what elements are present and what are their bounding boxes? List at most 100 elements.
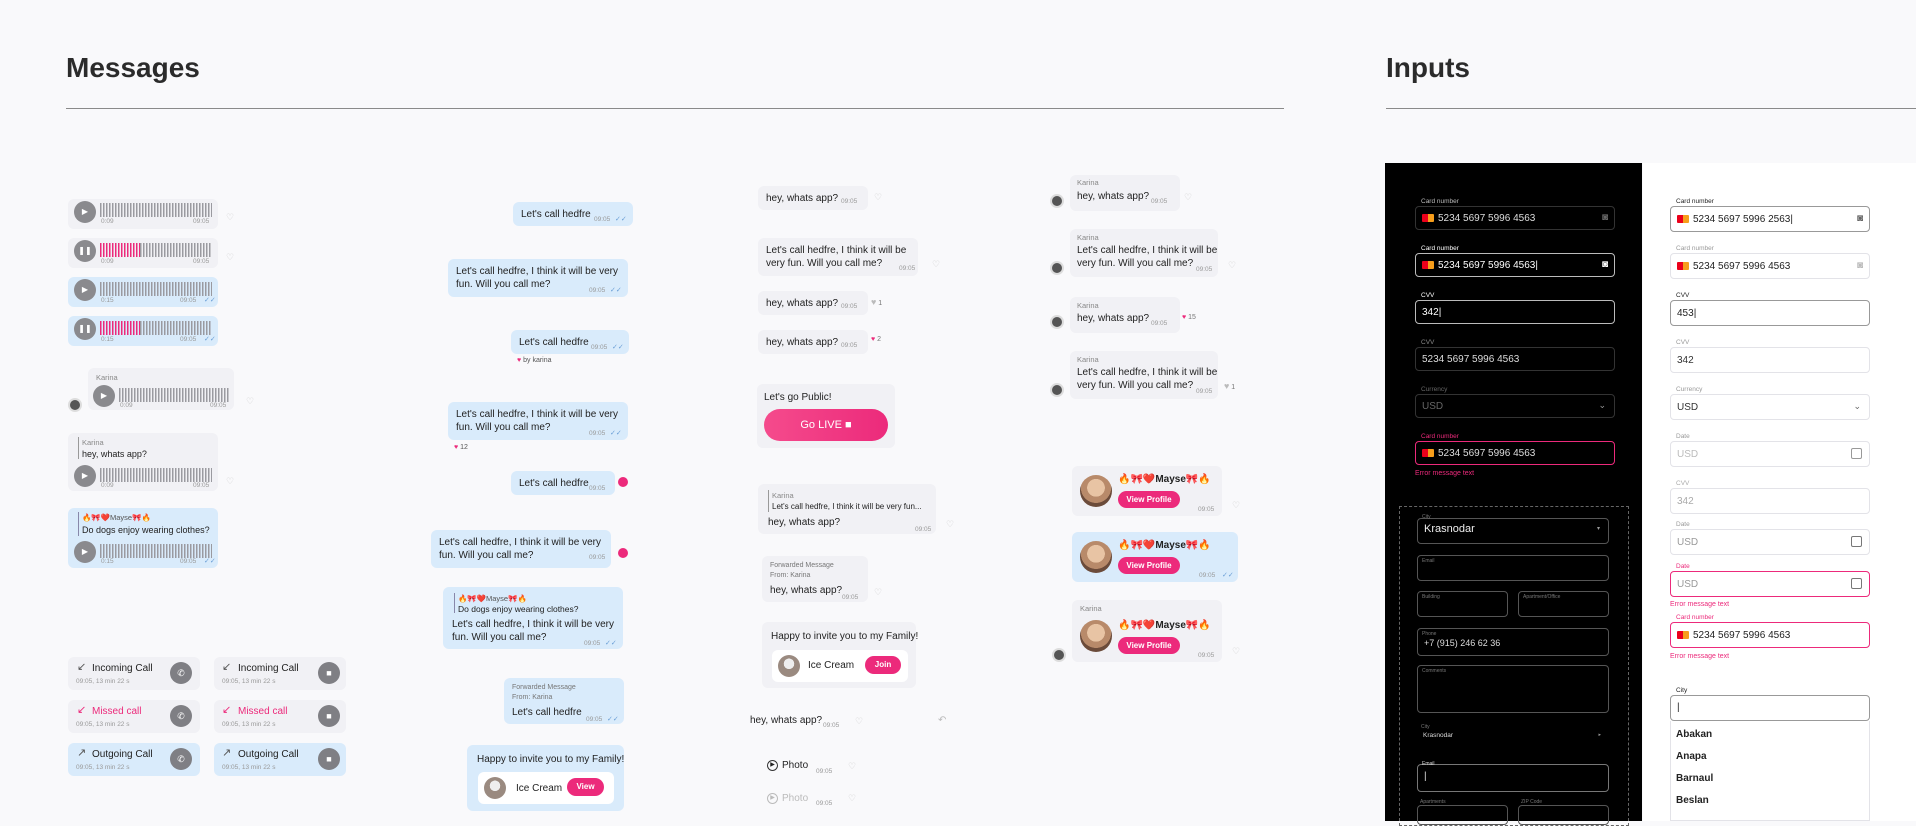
error-status-icon[interactable] xyxy=(618,548,628,558)
profile-avatar xyxy=(1080,541,1112,573)
camera-icon[interactable]: ◙ xyxy=(1602,212,1608,223)
read-check-icon: ✓✓ xyxy=(605,640,617,647)
heart-icon[interactable]: ♡ xyxy=(874,192,882,203)
cvv-input-light[interactable]: CVV 342 xyxy=(1670,339,1870,373)
reaction-count[interactable]: ♥ 1 xyxy=(1224,381,1235,391)
heart-icon: ♥ xyxy=(871,336,876,343)
zip-input-dark[interactable] xyxy=(1518,805,1609,825)
reply-icon[interactable]: ↶ xyxy=(938,715,946,726)
heart-icon[interactable]: ♡ xyxy=(1184,192,1192,203)
card-number-input-dark-focused[interactable]: Card number 5234 5697 5996 4563| ◙ xyxy=(1415,245,1615,277)
video-icon[interactable]: ■ xyxy=(318,705,340,727)
view-profile-button[interactable]: View Profile xyxy=(1118,557,1180,574)
pause-icon[interactable]: ❚❚ xyxy=(74,318,96,340)
waveform xyxy=(100,544,212,558)
cvv-input-light-focused[interactable]: CVV 453| xyxy=(1670,292,1870,326)
waveform xyxy=(140,321,212,335)
heart-icon[interactable]: ♡ xyxy=(226,476,234,487)
heart-icon[interactable]: ♡ xyxy=(226,252,234,263)
email-input-dark-focused[interactable]: Email | xyxy=(1417,761,1609,792)
reaction-count[interactable]: ♥ 12 xyxy=(454,444,468,451)
camera-icon[interactable]: ◙ xyxy=(1602,259,1608,270)
play-icon[interactable]: ▶ xyxy=(74,279,96,301)
waveform xyxy=(100,243,140,257)
phone-input-dark[interactable]: Phone +7 (915) 246 62 36 xyxy=(1417,628,1609,656)
heart-icon[interactable]: ♡ xyxy=(848,761,856,772)
heart-icon[interactable]: ♡ xyxy=(874,587,882,598)
pause-icon[interactable]: ❚❚ xyxy=(74,240,96,262)
date-input-light[interactable]: Date USD xyxy=(1670,521,1870,555)
heart-icon[interactable]: ♡ xyxy=(1228,260,1236,271)
heart-icon[interactable]: ♡ xyxy=(1232,646,1240,657)
phone-icon[interactable]: ✆ xyxy=(170,748,192,770)
currency-select-dark[interactable]: Currency USD ⌄ xyxy=(1415,386,1615,418)
phone-icon[interactable]: ✆ xyxy=(170,705,192,727)
view-button[interactable]: View xyxy=(567,778,604,796)
play-icon[interactable]: ▶ xyxy=(74,201,96,223)
play-icon[interactable]: ▶ xyxy=(74,541,96,563)
reaction-count[interactable]: ♥ 15 xyxy=(1182,314,1196,321)
apartment-input-dark[interactable]: Apartment/Office xyxy=(1518,591,1609,617)
heart-icon[interactable]: ♡ xyxy=(246,396,254,407)
card-number-input-light-error[interactable]: Card number 5234 5697 5996 4563 xyxy=(1670,614,1870,648)
calendar-icon[interactable] xyxy=(1851,448,1862,459)
city-option[interactable]: Anapa xyxy=(1676,751,1707,762)
apartments-input-dark[interactable] xyxy=(1417,805,1508,825)
phone-icon[interactable]: ✆ xyxy=(170,662,192,684)
camera-icon[interactable]: ◙ xyxy=(1857,213,1863,224)
camera-icon[interactable]: ◙ xyxy=(1857,260,1863,271)
reaction-count[interactable]: ♥ 1 xyxy=(871,297,882,307)
video-icon[interactable]: ■ xyxy=(318,748,340,770)
card-number-input-light-focused[interactable]: Card number 5234 5697 5996 2563| ◙ xyxy=(1670,198,1870,232)
play-icon[interactable]: ▶ xyxy=(93,385,115,407)
heart-icon[interactable]: ♡ xyxy=(932,259,940,270)
email-input-dark[interactable]: Email xyxy=(1417,555,1609,581)
video-icon: ■ xyxy=(844,419,852,431)
avatar xyxy=(68,398,82,412)
reaction-by[interactable]: ♥ by karina xyxy=(517,357,552,364)
card-number-input-dark-error[interactable]: Card number 5234 5697 5996 4563 xyxy=(1415,433,1615,465)
read-check-icon: ✓✓ xyxy=(204,336,216,343)
join-button[interactable]: Join xyxy=(865,656,901,674)
building-input-dark[interactable]: Building xyxy=(1417,591,1508,617)
read-check-icon: ✓✓ xyxy=(610,430,622,437)
date-input-light-error[interactable]: Date USD xyxy=(1670,563,1870,597)
reaction-count[interactable]: ♥ 2 xyxy=(871,336,881,343)
heart-icon: ♥ xyxy=(1224,381,1230,391)
heart-icon: ♥ xyxy=(517,357,522,364)
heart-icon[interactable]: ♡ xyxy=(1232,500,1240,511)
card-number-input-light[interactable]: Card number 5234 5697 5996 4563 ◙ xyxy=(1670,245,1870,279)
city-select-dark-small[interactable]: City Krasnodar ▸ xyxy=(1417,723,1609,747)
chevron-down-icon: ⌄ xyxy=(1853,401,1861,411)
read-check-icon: ✓✓ xyxy=(607,716,619,723)
go-live-button[interactable]: Go LIVE ■ xyxy=(764,409,888,441)
city-select-dark[interactable]: City Krasnodar ▾ xyxy=(1417,514,1609,544)
date-input-light-disabled[interactable]: Date USD xyxy=(1670,433,1870,467)
play-icon[interactable]: ▶ xyxy=(74,465,96,487)
comments-input-dark[interactable]: Comments xyxy=(1417,665,1609,713)
video-icon[interactable]: ■ xyxy=(318,662,340,684)
read-check-icon: ✓✓ xyxy=(204,558,216,565)
heart-icon[interactable]: ♡ xyxy=(946,519,954,530)
city-option[interactable]: Abakan xyxy=(1676,729,1712,740)
view-profile-button[interactable]: View Profile xyxy=(1118,491,1180,508)
heart-icon[interactable]: ♡ xyxy=(848,793,856,804)
error-status-icon[interactable] xyxy=(618,477,628,487)
cvv-input-dark[interactable]: CVV 5234 5697 5996 4563 xyxy=(1415,339,1615,371)
heart-icon[interactable]: ♡ xyxy=(855,716,863,727)
view-profile-button[interactable]: View Profile xyxy=(1118,637,1180,654)
card-number-input-dark[interactable]: Card number 5234 5697 5996 4563 ◙ xyxy=(1415,198,1615,230)
cvv-input-dark-focused[interactable]: CVV 342| xyxy=(1415,292,1615,324)
calendar-icon[interactable] xyxy=(1851,536,1862,547)
cvv-input-light-disabled[interactable]: CVV 342 xyxy=(1670,480,1870,514)
heart-icon[interactable]: ♡ xyxy=(226,212,234,223)
heart-icon: ♥ xyxy=(454,444,459,451)
read-check-icon: ✓✓ xyxy=(610,287,622,294)
heart-icon: ♥ xyxy=(1182,314,1187,321)
city-option[interactable]: Barnaul xyxy=(1676,773,1713,784)
currency-select-light[interactable]: Currency USD ⌄ xyxy=(1670,386,1870,420)
city-option[interactable]: Beslan xyxy=(1676,795,1709,806)
city-autocomplete-light[interactable]: City | xyxy=(1670,687,1870,721)
calendar-icon[interactable] xyxy=(1851,578,1862,589)
outgoing-arrow-icon: ↗ xyxy=(77,747,87,759)
